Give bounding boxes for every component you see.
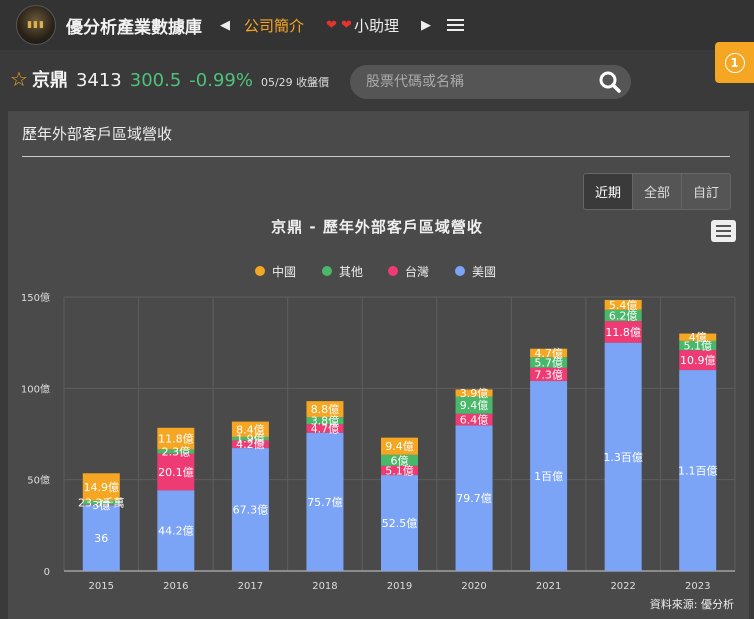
- x-tick-label: 2023: [685, 581, 710, 592]
- data-label: 52.5億: [382, 517, 418, 530]
- bar-stack[interactable]: 363億23.3千萬14.9億: [78, 473, 125, 571]
- data-label: 79.7億: [456, 492, 492, 505]
- bar-stack[interactable]: 79.7億 6.4億 9.4億3.9億: [455, 387, 493, 571]
- data-label: 8.8億: [311, 403, 340, 416]
- data-label: 6億: [391, 454, 409, 467]
- x-tick-label: 2020: [461, 581, 486, 592]
- data-label: 6.4億: [460, 414, 489, 427]
- x-tick-label: 2018: [312, 581, 337, 592]
- legend-item[interactable]: 美國: [455, 265, 496, 279]
- data-label: 8.4億: [236, 423, 265, 436]
- data-label: 9.4億: [385, 440, 414, 453]
- legend-marker: [388, 266, 398, 276]
- x-tick-label: 2016: [163, 581, 188, 592]
- data-label: 23.3千萬: [78, 497, 125, 510]
- data-label: 75.7億: [307, 496, 343, 509]
- legend-item[interactable]: 其他: [322, 265, 363, 279]
- x-tick-label: 2015: [89, 581, 114, 592]
- data-label: 9.4億: [460, 399, 489, 412]
- bar-stack[interactable]: 67.3億4.2億1.9億8.4億: [231, 421, 269, 571]
- data-label: 20.1億: [158, 466, 194, 479]
- data-label: 2.3億: [162, 445, 191, 458]
- data-label: 11.8億: [605, 326, 641, 339]
- data-label: 4.7億: [534, 347, 563, 360]
- data-label: 7.3億: [534, 368, 563, 381]
- data-label: 44.2億: [158, 525, 194, 538]
- x-tick-label: 2019: [387, 581, 412, 592]
- chart-legend: 中國 其他 台灣 美國: [255, 264, 496, 279]
- legend-marker: [455, 266, 465, 276]
- data-label: 67.3億: [233, 504, 269, 517]
- data-label: 36: [94, 532, 108, 545]
- export-menu-icon[interactable]: [711, 220, 736, 242]
- bar-stack[interactable]: 75.7億4.7億3.8億8.8億: [306, 401, 344, 571]
- data-label: 4億: [689, 331, 707, 344]
- x-tick-label: 2021: [536, 581, 561, 592]
- bar-stack[interactable]: 1.1百億10.9億5.1億4億: [678, 331, 718, 571]
- x-tick-label: 2022: [610, 581, 635, 592]
- data-label: 5.4億: [609, 299, 638, 312]
- data-label: 14.9億: [84, 481, 120, 494]
- y-tick-label: 100億: [21, 382, 50, 395]
- bar-stack[interactable]: 52.5億5.1億6億9.4億: [381, 437, 418, 571]
- chart-title: 京鼎 - 歷年外部客戶區域營收: [271, 218, 483, 236]
- legend-marker: [322, 266, 332, 276]
- data-label: 1百億: [534, 470, 563, 483]
- legend-item[interactable]: 台灣: [388, 264, 429, 279]
- y-tick-label: 150億: [21, 291, 50, 304]
- legend-label: 台灣: [405, 264, 429, 279]
- y-tick-label: 0: [44, 567, 50, 578]
- legend-label: 中國: [272, 264, 296, 279]
- data-label: 11.8億: [158, 433, 194, 446]
- legend-label: 其他: [339, 265, 363, 279]
- data-label: 1.1百億: [678, 465, 718, 478]
- legend-label: 美國: [472, 265, 496, 279]
- bar-stack[interactable]: 44.2億 20.1億 2.3億11.8億: [157, 427, 195, 571]
- bar-stack[interactable]: 1.3百億11.8億6.2億5.4億: [603, 299, 643, 571]
- bar-stack[interactable]: 1百億7.3億5.7億4.7億: [530, 347, 568, 571]
- x-tick-label: 2017: [238, 581, 263, 592]
- legend-item[interactable]: 中國: [255, 264, 296, 279]
- data-label: 1.3百億: [603, 451, 643, 464]
- data-label: 3.9億: [460, 387, 489, 400]
- data-label: 3.8億: [311, 415, 340, 428]
- chart-bars: 363億23.3千萬14.9億44.2億20.1億2.3億11.8億67.3億4…: [78, 299, 717, 571]
- y-tick-label: 50億: [27, 474, 50, 487]
- chart-credit: 資料來源: 優分析: [650, 597, 734, 611]
- legend-marker: [255, 266, 265, 276]
- data-label: 10.9億: [680, 354, 716, 367]
- revenue-chart: 京鼎 - 歷年外部客戶區域營收 中國 其他 台灣 美國 0 50億 100億 150億 36…: [21, 218, 736, 611]
- x-axis: 2015 2016 2017 2018 2019 2020 2021 2022 2023: [89, 581, 711, 592]
